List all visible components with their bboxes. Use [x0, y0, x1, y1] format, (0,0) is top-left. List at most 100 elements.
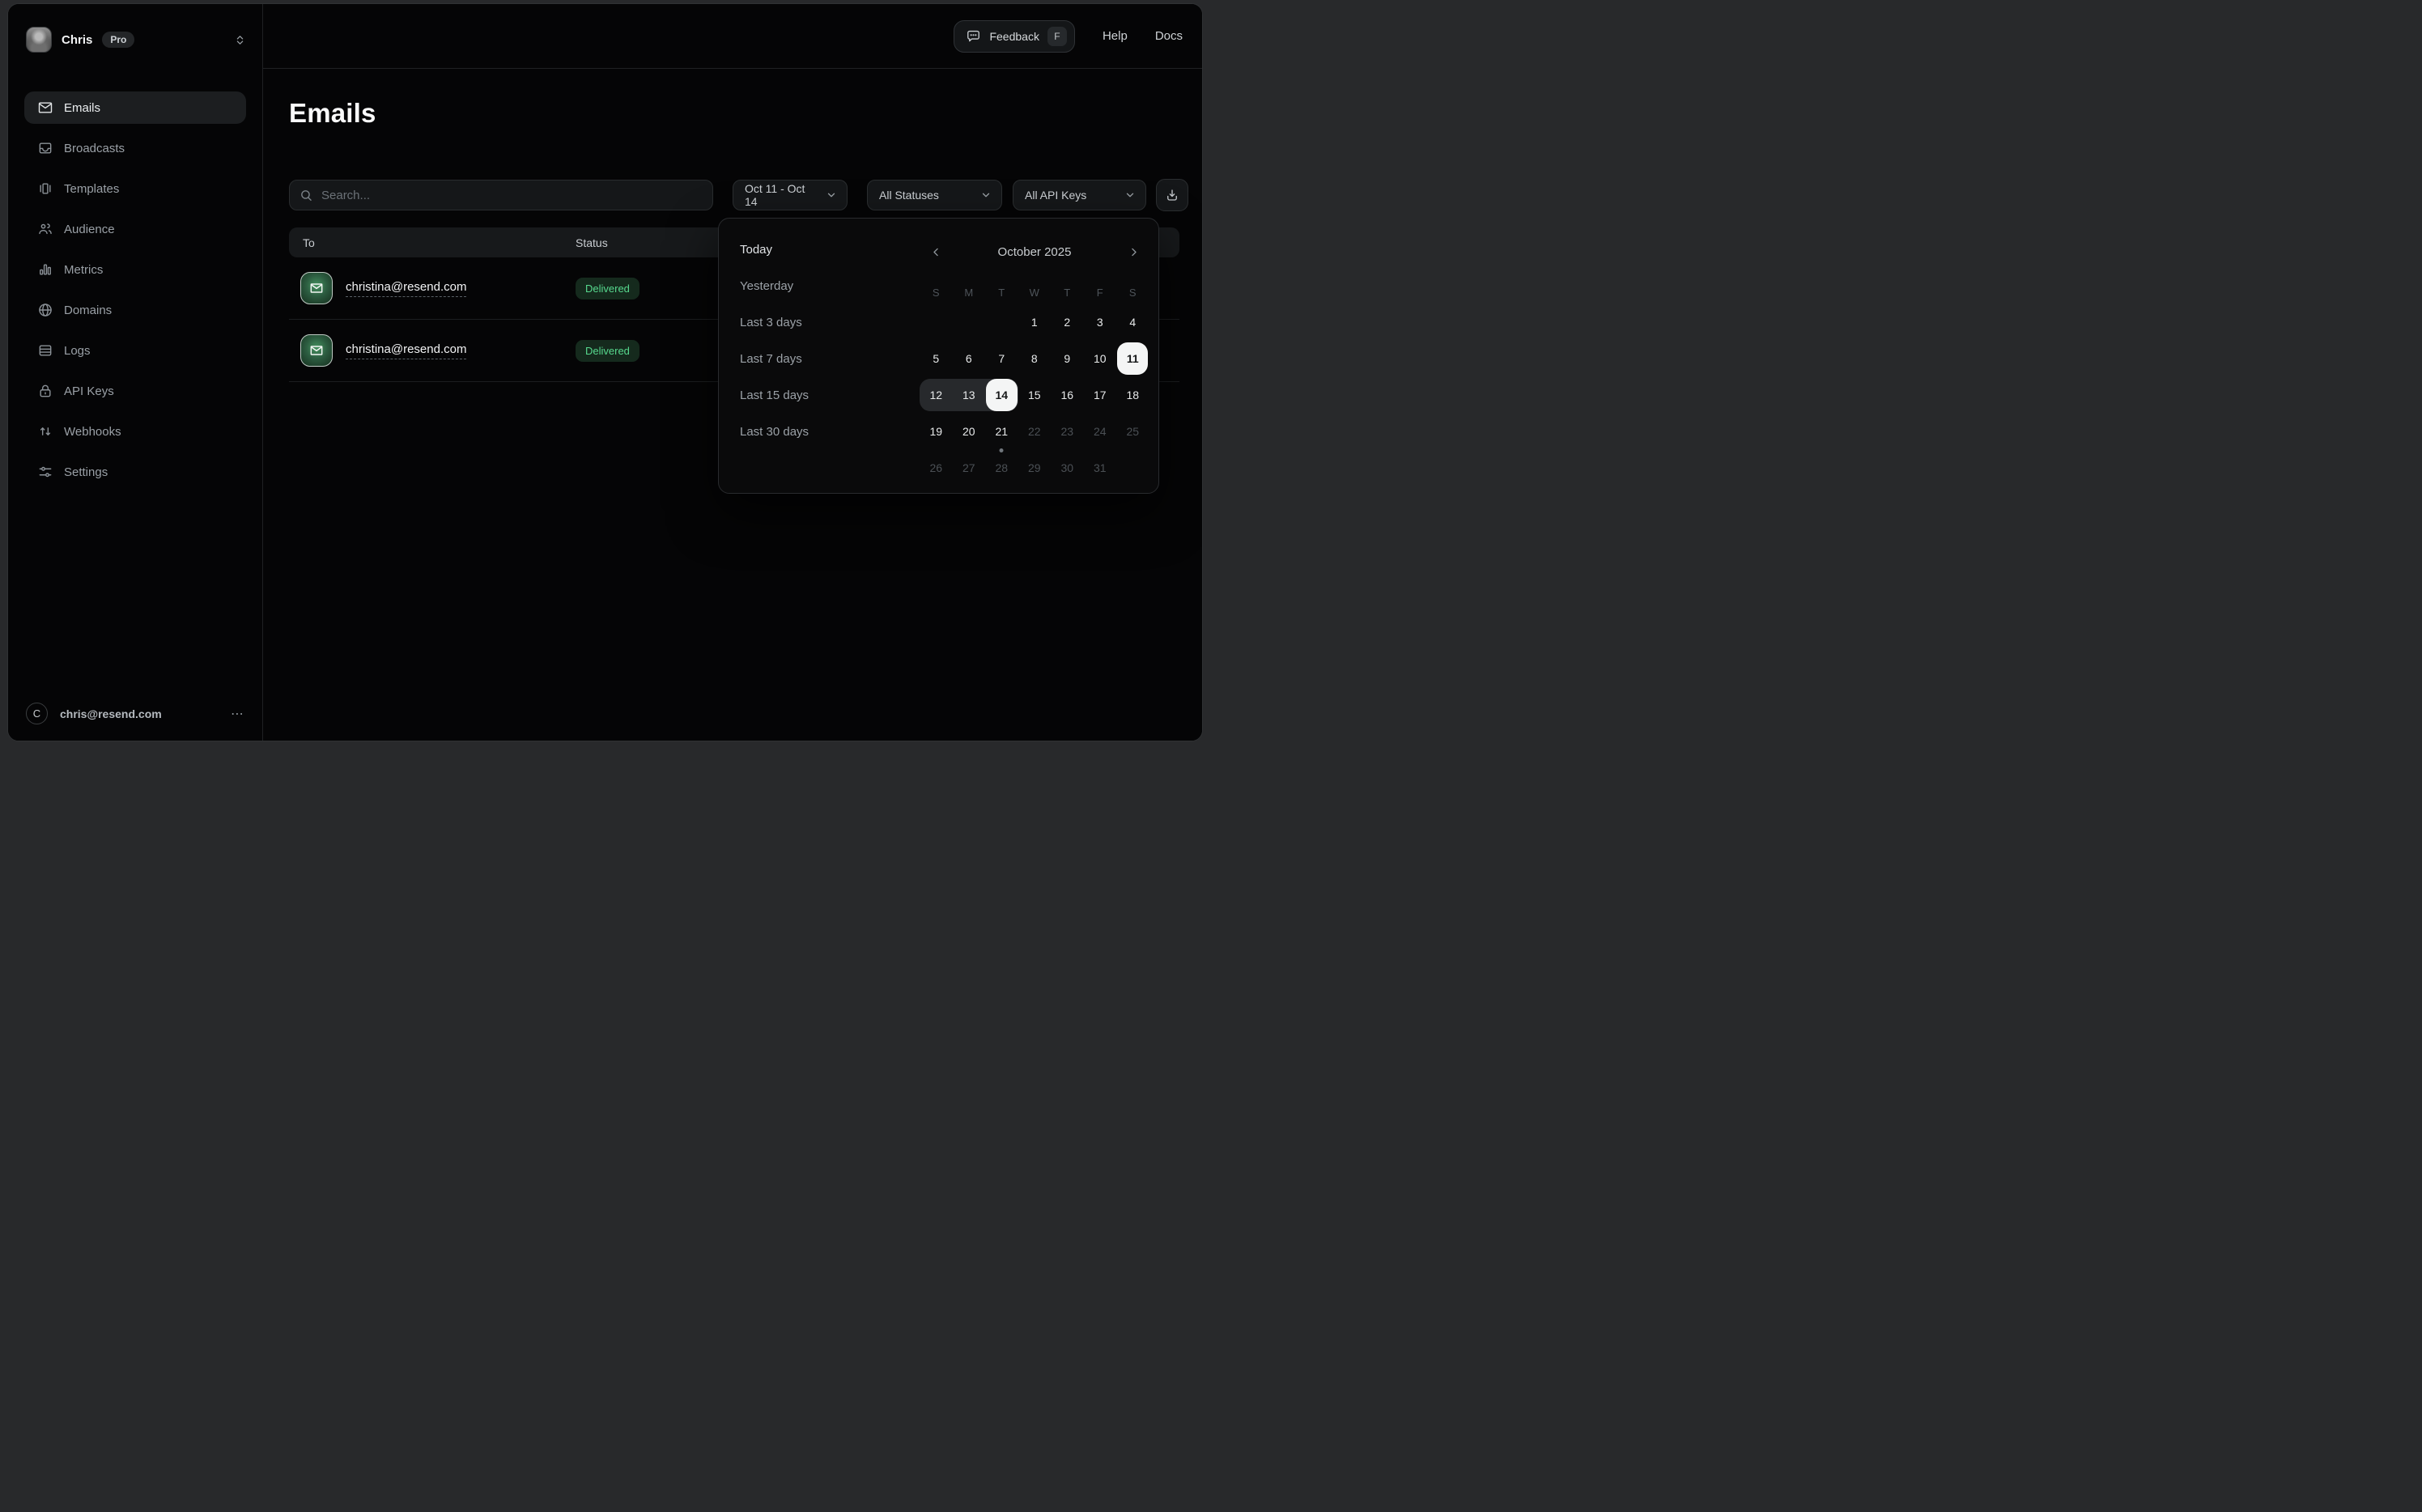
- api-key-filter-value: All API Keys: [1025, 189, 1086, 202]
- calendar-day-25: 25: [1116, 415, 1149, 448]
- day-of-week-row: SMTWTFS: [920, 282, 1149, 303]
- sidebar-item-label: API Keys: [64, 384, 114, 398]
- chevron-right-icon: [1128, 246, 1140, 258]
- recipient-email[interactable]: christina@resend.com: [346, 280, 466, 297]
- day-of-week-label: T: [1051, 282, 1084, 303]
- webhooks-icon: [37, 423, 53, 440]
- calendar-day-5[interactable]: 5: [920, 342, 953, 375]
- preset-last-7-days[interactable]: Last 7 days: [740, 341, 910, 377]
- day-of-week-label: S: [920, 282, 953, 303]
- preset-yesterday[interactable]: Yesterday: [740, 268, 910, 304]
- calendar-day-13[interactable]: 13: [953, 379, 986, 411]
- calendar-day-9[interactable]: 9: [1051, 342, 1084, 375]
- sidebar-item-broadcasts[interactable]: Broadcasts: [24, 132, 246, 164]
- calendar-day-2[interactable]: 2: [1051, 306, 1084, 338]
- page-title: Emails: [289, 98, 376, 129]
- sidebar-item-metrics[interactable]: Metrics: [24, 253, 246, 286]
- mail-icon: [37, 100, 53, 116]
- plan-badge: Pro: [102, 32, 134, 48]
- lock-icon: [37, 383, 53, 399]
- calendar-day-1[interactable]: 1: [1018, 306, 1052, 338]
- help-link[interactable]: Help: [1103, 29, 1128, 43]
- feedback-button[interactable]: Feedback F: [954, 20, 1074, 53]
- api-key-filter[interactable]: All API Keys: [1013, 180, 1146, 210]
- calendar-day-7[interactable]: 7: [985, 342, 1018, 375]
- calendar-day-14[interactable]: 14: [985, 379, 1018, 411]
- logs-icon: [37, 342, 53, 359]
- date-range-value: Oct 11 - Oct 14: [745, 182, 818, 208]
- calendar-blank: [985, 306, 1018, 338]
- app-window: Chris Pro Emails Broadcasts Templates Audie…: [7, 3, 1203, 741]
- sidebar-item-api-keys[interactable]: API Keys: [24, 375, 246, 407]
- templates-icon: [37, 181, 53, 197]
- preset-today[interactable]: Today: [740, 231, 910, 268]
- sidebar-item-settings[interactable]: Settings: [24, 456, 246, 488]
- preset-last-30-days[interactable]: Last 30 days: [740, 414, 910, 450]
- calendar-day-18[interactable]: 18: [1116, 379, 1149, 411]
- calendar-day-19[interactable]: 19: [920, 415, 953, 448]
- chevron-down-icon: [826, 189, 837, 201]
- calendar-day-8[interactable]: 8: [1018, 342, 1052, 375]
- envelope-icon: [300, 334, 333, 367]
- calendar-day-11[interactable]: 11: [1117, 342, 1148, 375]
- more-icon[interactable]: ⋯: [231, 706, 244, 722]
- inbox-icon: [37, 140, 53, 156]
- metrics-icon: [37, 261, 53, 278]
- feedback-shortcut-key: F: [1047, 27, 1067, 46]
- user-name: Chris: [62, 33, 92, 47]
- settings-icon: [37, 464, 53, 480]
- sidebar-item-templates[interactable]: Templates: [24, 172, 246, 205]
- calendar-day-6[interactable]: 6: [953, 342, 986, 375]
- sidebar-item-label: Metrics: [64, 263, 103, 277]
- user-avatar: [26, 27, 52, 53]
- next-month-button[interactable]: [1117, 234, 1149, 270]
- status-filter[interactable]: All Statuses: [867, 180, 1002, 210]
- preset-last-3-days[interactable]: Last 3 days: [740, 304, 910, 341]
- sidebar-item-webhooks[interactable]: Webhooks: [24, 415, 246, 448]
- recipient-email[interactable]: christina@resend.com: [346, 342, 466, 359]
- col-header-to: To: [289, 236, 576, 249]
- calendar-day-10[interactable]: 10: [1084, 342, 1117, 375]
- sidebar-item-logs[interactable]: Logs: [24, 334, 246, 367]
- calendar-day-17[interactable]: 17: [1084, 379, 1117, 411]
- date-range-filter[interactable]: Oct 11 - Oct 14: [733, 180, 848, 210]
- calendar-day-29: 29: [1018, 452, 1052, 484]
- preset-last-15-days[interactable]: Last 15 days: [740, 377, 910, 414]
- calendar-day-4[interactable]: 4: [1116, 306, 1149, 338]
- day-of-week-label: M: [953, 282, 986, 303]
- workspace-switcher[interactable]: Chris Pro: [24, 22, 246, 57]
- sidebar-item-domains[interactable]: Domains: [24, 294, 246, 326]
- col-header-status: Status: [576, 236, 723, 249]
- sidebar-item-label: Templates: [64, 182, 119, 196]
- day-of-week-label: W: [1018, 282, 1052, 303]
- calendar-day-20[interactable]: 20: [953, 415, 986, 448]
- calendar-day-22: 22: [1018, 415, 1052, 448]
- sidebar-item-audience[interactable]: Audience: [24, 213, 246, 245]
- chevron-up-down-icon[interactable]: [234, 34, 246, 46]
- calendar-day-15[interactable]: 15: [1018, 379, 1052, 411]
- calendar-day-21[interactable]: 21: [985, 415, 1018, 448]
- chevron-down-icon: [980, 189, 992, 201]
- account-email: chris@resend.com: [60, 707, 162, 720]
- date-range-popover: TodayYesterdayLast 3 daysLast 7 daysLast…: [718, 218, 1159, 494]
- calendar-day-24: 24: [1084, 415, 1117, 448]
- calendar-day-3[interactable]: 3: [1084, 306, 1117, 338]
- month-label: October 2025: [920, 234, 1149, 270]
- status-badge: Delivered: [576, 278, 639, 299]
- calendar-day-16[interactable]: 16: [1051, 379, 1084, 411]
- sidebar-item-emails[interactable]: Emails: [24, 91, 246, 124]
- search-icon: [300, 189, 313, 202]
- feedback-bubble-icon: [966, 28, 981, 44]
- sidebar-item-label: Settings: [64, 465, 108, 479]
- sidebar-footer[interactable]: C chris@resend.com ⋯: [24, 703, 246, 729]
- feedback-label: Feedback: [989, 30, 1039, 43]
- sidebar-item-label: Webhooks: [64, 425, 121, 439]
- docs-link[interactable]: Docs: [1155, 29, 1183, 43]
- export-button[interactable]: [1156, 179, 1188, 211]
- search-input[interactable]: [321, 189, 703, 202]
- calendar-day-27: 27: [953, 452, 986, 484]
- status-filter-value: All Statuses: [879, 189, 939, 202]
- search-box: [289, 180, 713, 210]
- calendar-day-12[interactable]: 12: [920, 379, 953, 411]
- calendar-blank: [920, 306, 953, 338]
